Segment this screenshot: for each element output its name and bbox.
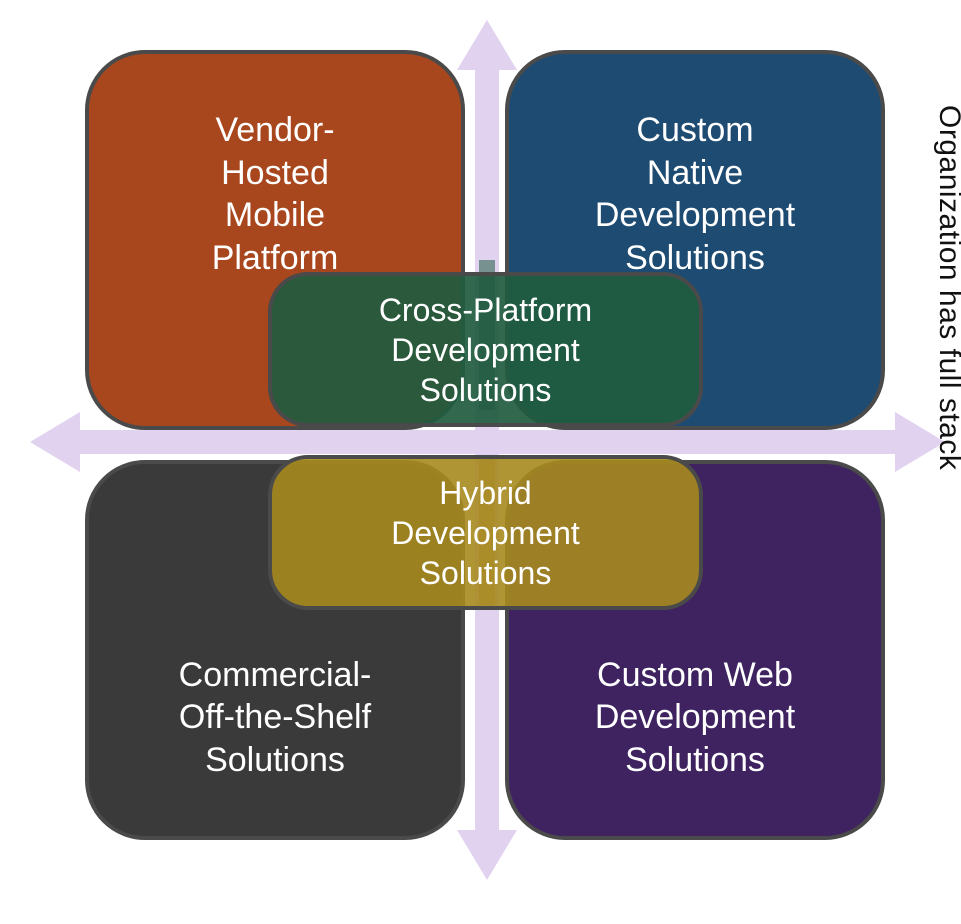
arrow-down-icon: [457, 830, 517, 880]
center-pill-upper: Cross-PlatformDevelopmentSolutions: [268, 272, 703, 427]
center-pill-lower: HybridDevelopmentSolutions: [268, 455, 703, 610]
quadrant-label: CustomNativeDevelopmentSolutions: [595, 109, 795, 279]
pill-label: HybridDevelopmentSolutions: [391, 473, 580, 593]
quadrant-label: Vendor-HostedMobilePlatform: [212, 109, 339, 279]
arrow-up-icon: [457, 20, 517, 70]
arrow-left-icon: [30, 412, 80, 472]
quadrant-label: Commercial-Off-the-ShelfSolutions: [179, 654, 372, 782]
quadrant-diagram: Vendor-HostedMobilePlatform CustomNative…: [0, 0, 961, 924]
quadrant-label: Custom WebDevelopmentSolutions: [595, 654, 795, 782]
pill-label: Cross-PlatformDevelopmentSolutions: [379, 290, 592, 410]
axis-label-right: Organization has full stack: [932, 105, 961, 470]
horizontal-axis-arrow: [60, 430, 910, 454]
